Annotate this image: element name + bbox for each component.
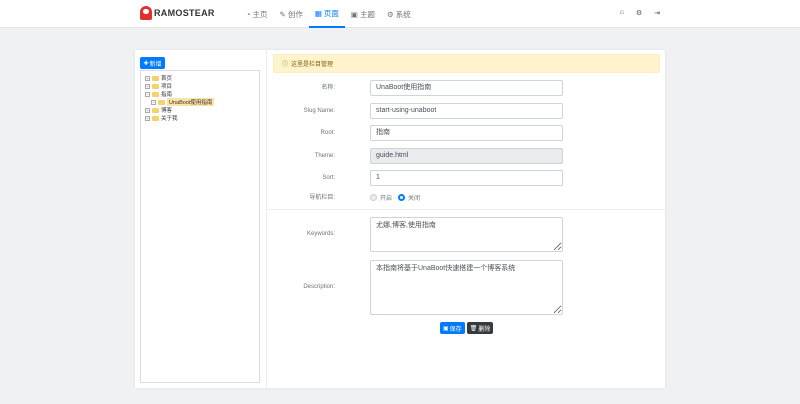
nav-home[interactable]: ◔ 主页	[240, 0, 274, 28]
theme-row: Theme: guide.html	[273, 148, 663, 164]
tree-item[interactable]: − 指南	[145, 90, 255, 98]
keywords-textarea[interactable]: 尤娜,博客,使用指南	[370, 217, 563, 252]
folder-icon	[152, 107, 159, 113]
delete-button[interactable]: 🗑 删除	[466, 322, 494, 334]
nav-on-radio[interactable]: 开启	[370, 193, 392, 202]
system-icon: ⚙	[387, 9, 394, 19]
description-row: Description: 本指南将基于UnaBoot快速搭建一个博客系统	[273, 260, 663, 315]
slug-row: Slug Name: start-using-unaboot	[273, 103, 663, 119]
tree-item[interactable]: + 关于我	[145, 114, 255, 122]
slug-input[interactable]: start-using-unaboot	[370, 103, 563, 119]
divider	[267, 209, 665, 210]
tree-item[interactable]: + 首页	[145, 74, 255, 82]
sign-out-icon[interactable]: ⇥	[654, 9, 660, 17]
radio-on-icon	[398, 194, 406, 201]
content-card: ✚ 新增 + 首页 + 项目 − 指南 − UnaBoot使用指南 + 博客 + 关于我 ⓘ 这…	[135, 50, 665, 388]
home-icon[interactable]: ⌂	[620, 9, 624, 17]
top-navbar: RAMOSTEAR ◔ 主页 ✎ 创作 ▦ 页面 ▣ 主题 ⚙ 系统 ⌂ ⚙ ⇥	[0, 0, 800, 28]
folder-icon	[152, 83, 159, 89]
info-icon: ⓘ	[282, 62, 289, 68]
description-textarea[interactable]: 本指南将基于UnaBoot快速搭建一个博客系统	[370, 260, 563, 315]
grid-icon: ▦	[314, 8, 322, 18]
root-row: Root: 指南	[273, 125, 663, 141]
leaf-icon: −	[151, 99, 156, 105]
nav-off-radio[interactable]: 关闭	[398, 193, 420, 202]
save-button[interactable]: ▣ 保存	[440, 322, 465, 334]
nav-create[interactable]: ✎ 创作	[274, 0, 309, 28]
nav-theme[interactable]: ▣ 主题	[345, 0, 381, 28]
cogs-icon[interactable]: ⚙	[636, 9, 642, 17]
sort-input[interactable]: 1	[370, 170, 563, 186]
expand-icon[interactable]: +	[145, 107, 150, 113]
radio-off-icon	[370, 194, 377, 201]
logo[interactable]: RAMOSTEAR	[140, 6, 215, 20]
name-input[interactable]: UnaBoot使用指南	[370, 80, 563, 96]
keywords-row: Keywords: 尤娜,博客,使用指南	[273, 217, 663, 252]
logo-icon	[140, 6, 152, 20]
expand-icon[interactable]: +	[145, 75, 150, 81]
name-row: 名称: UnaBoot使用指南	[273, 80, 663, 96]
expand-icon[interactable]: +	[145, 83, 150, 89]
category-tree: + 首页 + 项目 − 指南 − UnaBoot使用指南 + 博客 + 关于我	[140, 70, 260, 383]
dashboard-icon: ◔	[246, 9, 251, 19]
nav-system[interactable]: ⚙ 系统	[381, 0, 417, 28]
folder-icon	[152, 91, 159, 97]
edit-icon: ✎	[279, 9, 286, 19]
info-alert: ⓘ 这里是栏目管理	[273, 54, 660, 73]
folder-icon	[152, 75, 159, 81]
nav-pages[interactable]: ▦ 页面	[308, 0, 345, 28]
save-icon: ▣	[443, 325, 449, 332]
plus-icon: ✚	[143, 60, 149, 67]
new-button[interactable]: ✚ 新增	[140, 57, 165, 69]
main-nav: ◔ 主页 ✎ 创作 ▦ 页面 ▣ 主题 ⚙ 系统	[240, 0, 417, 28]
nav-row: 导航栏目: 开启 关闭	[309, 193, 421, 202]
expand-icon[interactable]: +	[145, 115, 150, 121]
theme-icon: ▣	[350, 9, 359, 19]
tree-panel: ✚ 新增 + 首页 + 项目 − 指南 − UnaBoot使用指南 + 博客 + 关于我	[135, 50, 267, 388]
tree-item-selected[interactable]: − UnaBoot使用指南	[145, 98, 255, 106]
folder-icon	[152, 115, 159, 121]
folder-icon	[158, 99, 165, 105]
trash-icon: 🗑	[469, 325, 478, 332]
theme-input: guide.html	[370, 148, 563, 164]
collapse-icon[interactable]: −	[145, 91, 150, 97]
sort-row: Sort: 1	[273, 170, 663, 186]
tree-item[interactable]: + 项目	[145, 82, 255, 90]
tree-item[interactable]: + 博客	[145, 106, 255, 114]
root-input[interactable]: 指南	[370, 125, 563, 141]
